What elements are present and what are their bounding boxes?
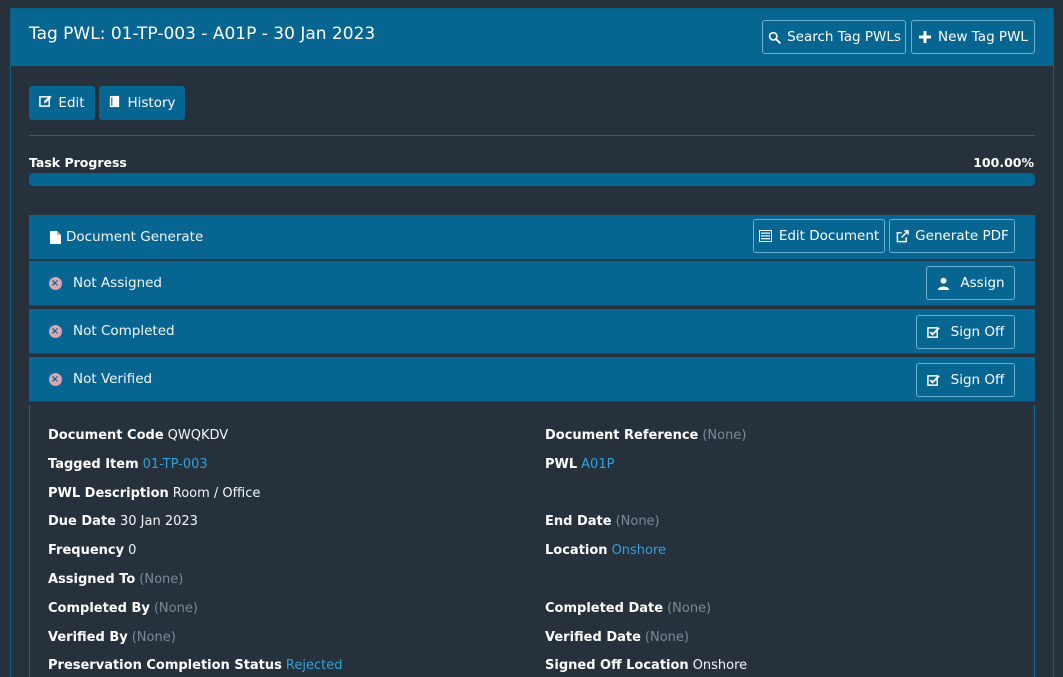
signed-off-location-field: Signed Off Location Onshore — [545, 658, 747, 673]
location-field: Location Onshore — [545, 543, 666, 558]
field-label: PWL Description — [48, 486, 169, 501]
field-label: Due Date — [48, 514, 116, 529]
check-square-icon — [927, 325, 941, 339]
tagged-item-field: Tagged Item 01-TP-003 — [48, 457, 208, 472]
assign-label: Assign — [960, 275, 1005, 291]
sign-off-completion-button[interactable]: Sign Off — [916, 315, 1015, 349]
new-tag-pwl-label: New Tag PWL — [938, 29, 1028, 45]
check-square-icon — [927, 373, 941, 387]
completed-by-value: (None) — [153, 601, 198, 616]
field-label: Location — [545, 543, 608, 558]
edit-document-label: Edit Document — [778, 228, 880, 244]
pwl-field: PWL A01P — [545, 457, 614, 472]
edit-button[interactable]: Edit — [29, 86, 95, 120]
assigned-to-value: (None) — [139, 572, 184, 587]
details-panel: Document Code QWQKDV Document Reference (N… — [29, 405, 1035, 677]
document-generate-row: Document Generate Edit Document Generate… — [29, 215, 1035, 260]
completed-by-field: Completed By (None) — [48, 601, 198, 616]
document-reference-value: (None) — [702, 428, 747, 443]
assign-button[interactable]: Assign — [926, 266, 1015, 300]
field-label: PWL — [545, 457, 578, 472]
due-date-field: Due Date 30 Jan 2023 — [48, 514, 198, 529]
document-reference-field: Document Reference (None) — [545, 428, 746, 443]
verified-by-field: Verified By (None) — [48, 630, 176, 645]
divider — [29, 135, 1035, 136]
book-icon — [108, 95, 121, 112]
field-label: Preservation Completion Status — [48, 658, 282, 673]
edit-icon — [39, 94, 52, 112]
task-progress-value: 100.00% — [973, 155, 1034, 170]
history-button[interactable]: History — [99, 86, 185, 120]
document-code-field: Document Code QWQKDV — [48, 428, 228, 443]
pwl-description-value: Room / Office — [172, 486, 261, 501]
search-tag-pwls-label: Search Tag PWLs — [787, 29, 901, 45]
page-frame: Tag PWL: 01-TP-003 - A01P - 30 Jan 2023 … — [10, 8, 1054, 677]
verified-by-value: (None) — [131, 630, 176, 645]
assignment-status-label: Not Assigned — [73, 275, 162, 291]
plus-icon — [918, 30, 932, 44]
field-label: Tagged Item — [48, 457, 139, 472]
sign-off-label: Sign Off — [950, 372, 1005, 388]
page-header: Tag PWL: 01-TP-003 - A01P - 30 Jan 2023 … — [11, 9, 1053, 66]
signed-off-location-value: Onshore — [692, 658, 748, 673]
completion-status-label: Not Completed — [73, 323, 175, 339]
edit-label: Edit — [58, 95, 85, 111]
field-label: Completed By — [48, 601, 150, 616]
field-label: End Date — [545, 514, 612, 529]
generate-pdf-label: Generate PDF — [915, 228, 1009, 244]
verification-status-label: Not Verified — [73, 371, 153, 387]
list-icon — [759, 229, 773, 243]
x-circle-icon: × — [48, 324, 62, 338]
sign-off-verification-button[interactable]: Sign Off — [916, 363, 1015, 397]
field-label: Verified Date — [545, 630, 641, 645]
frequency-value: 0 — [128, 543, 137, 558]
verified-date-value: (None) — [644, 630, 689, 645]
field-label: Document Code — [48, 428, 164, 443]
verified-date-field: Verified Date (None) — [545, 630, 689, 645]
completed-date-field: Completed Date (None) — [545, 601, 711, 616]
pwl-description-field: PWL Description Room / Office — [48, 486, 260, 501]
task-progress-label: Task Progress — [29, 155, 127, 170]
field-label: Assigned To — [48, 572, 136, 587]
history-label: History — [127, 95, 176, 111]
task-progress-fill — [29, 173, 1035, 186]
document-generate-label: Document Generate — [66, 229, 204, 245]
field-label: Verified By — [48, 630, 128, 645]
completed-date-value: (None) — [667, 601, 712, 616]
x-circle-icon: × — [48, 276, 62, 290]
page-title: Tag PWL: 01-TP-003 - A01P - 30 Jan 2023 — [29, 24, 376, 44]
document-code-value: QWQKDV — [167, 428, 229, 443]
due-date-value: 30 Jan 2023 — [119, 514, 198, 529]
assigned-to-field: Assigned To (None) — [48, 572, 183, 587]
edit-document-button[interactable]: Edit Document — [753, 219, 885, 253]
generate-pdf-button[interactable]: Generate PDF — [889, 219, 1015, 253]
sign-off-label: Sign Off — [950, 324, 1005, 340]
search-tag-pwls-button[interactable]: Search Tag PWLs — [762, 20, 906, 54]
search-icon — [767, 30, 781, 44]
user-icon — [936, 276, 950, 290]
end-date-field: End Date (None) — [545, 514, 660, 529]
completion-status-row: × Not Completed Sign Off — [29, 309, 1035, 354]
tagged-item-link[interactable]: 01-TP-003 — [143, 457, 208, 472]
field-label: Frequency — [48, 543, 125, 558]
field-label: Completed Date — [545, 601, 664, 616]
preservation-status-link[interactable]: Rejected — [286, 658, 343, 673]
field-label: Document Reference — [545, 428, 699, 443]
document-icon — [48, 230, 62, 244]
field-label: Signed Off Location — [545, 658, 689, 673]
assignment-status-row: × Not Assigned Assign — [29, 261, 1035, 306]
end-date-value: (None) — [615, 514, 660, 529]
location-link[interactable]: Onshore — [612, 543, 667, 558]
frequency-field: Frequency 0 — [48, 543, 136, 558]
new-tag-pwl-button[interactable]: New Tag PWL — [911, 20, 1035, 54]
share-square-icon — [895, 229, 909, 243]
task-progress-bar — [29, 173, 1035, 186]
pwl-link[interactable]: A01P — [581, 457, 614, 472]
x-circle-icon: × — [48, 372, 62, 386]
verification-status-row: × Not Verified Sign Off — [29, 357, 1035, 402]
preservation-status-field: Preservation Completion Status Rejected — [48, 658, 342, 673]
